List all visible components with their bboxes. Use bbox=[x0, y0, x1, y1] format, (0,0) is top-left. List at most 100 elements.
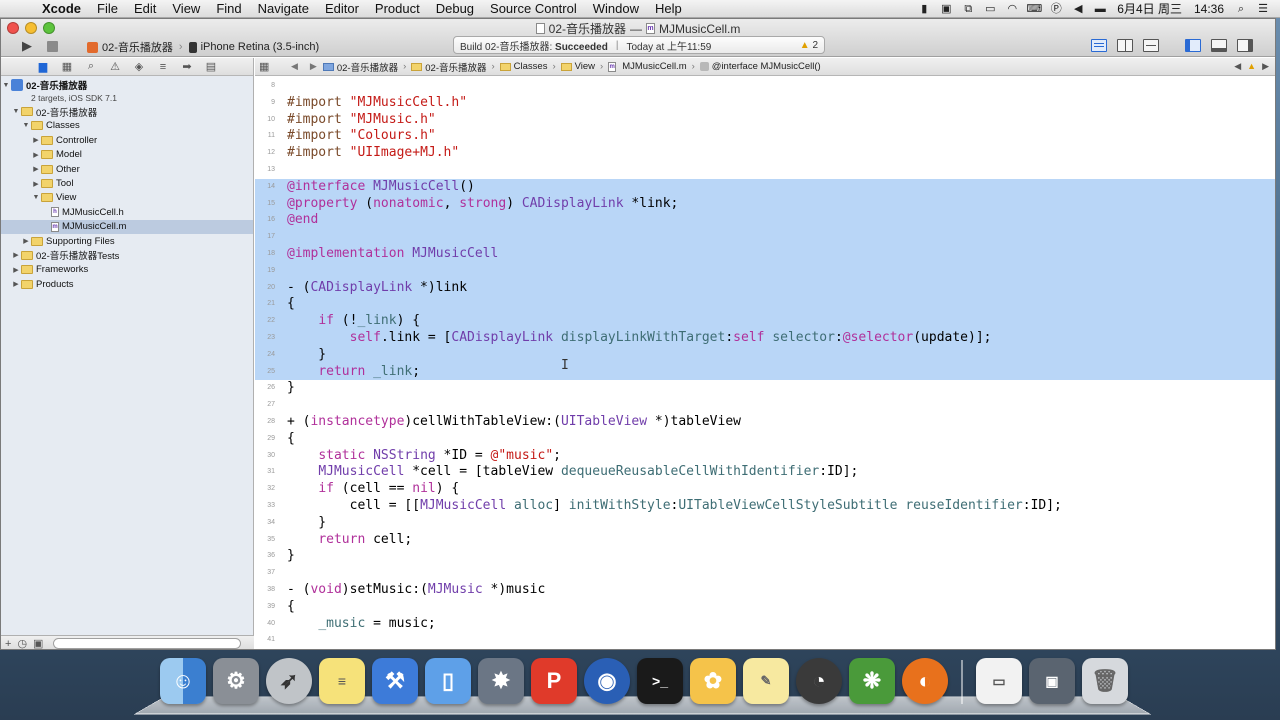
code-line[interactable]: 36} bbox=[255, 548, 1275, 565]
menu-file[interactable]: File bbox=[89, 0, 126, 18]
tree-item-other[interactable]: ▶ Other bbox=[1, 162, 253, 176]
display-icon[interactable]: ▭ bbox=[979, 0, 1001, 18]
previous-issue-icon[interactable]: ◀ bbox=[1234, 61, 1241, 72]
navigator-filter-input[interactable] bbox=[53, 638, 242, 649]
menu-find[interactable]: Find bbox=[208, 0, 249, 18]
menubar-date[interactable]: 6月4日 周三 bbox=[1111, 0, 1188, 17]
debug-navigator-icon[interactable]: ≡ bbox=[155, 61, 171, 73]
tree-item-tool[interactable]: ▶ Tool bbox=[1, 176, 253, 190]
debug-area-toggle-button[interactable] bbox=[1211, 39, 1227, 52]
code-line[interactable]: 26} bbox=[255, 380, 1275, 397]
related-items-icon[interactable]: ▦ bbox=[259, 60, 273, 73]
code-line[interactable]: 37 bbox=[255, 565, 1275, 582]
forward-arrow-icon[interactable]: ▶ bbox=[304, 61, 323, 72]
disclosure-open-icon[interactable]: ▼ bbox=[1, 82, 11, 89]
qq-icon[interactable]: ◉ bbox=[584, 658, 630, 704]
disclosure-closed-icon[interactable]: ▶ bbox=[21, 237, 31, 245]
code-line[interactable]: 31 MJMusicCell *cell = [tableView dequeu… bbox=[255, 464, 1275, 481]
assistant-editor-button[interactable] bbox=[1117, 39, 1133, 52]
menu-debug[interactable]: Debug bbox=[428, 0, 482, 18]
version-editor-button[interactable] bbox=[1143, 39, 1159, 52]
issue-warning-icon[interactable]: ▲ bbox=[1247, 61, 1256, 72]
code-line[interactable]: 41 bbox=[255, 632, 1275, 649]
menu-editor[interactable]: Editor bbox=[317, 0, 367, 18]
tree-project-root[interactable]: ▼ 02-音乐播放器 bbox=[1, 78, 253, 92]
breakpoint-navigator-icon[interactable]: ➡ bbox=[179, 60, 195, 73]
tree-item-controller[interactable]: ▶ Controller bbox=[1, 133, 253, 147]
wps-icon[interactable]: P bbox=[531, 658, 577, 704]
menu-xcode[interactable]: Xcode bbox=[40, 0, 89, 18]
symbol-navigator-icon[interactable]: ▦ bbox=[59, 60, 75, 73]
disclosure-open-icon[interactable]: ▼ bbox=[11, 108, 21, 115]
resize-icon[interactable]: ⧉ bbox=[957, 0, 979, 18]
paw-icon[interactable]: ✿ bbox=[690, 658, 736, 704]
evernote-icon[interactable]: ▮ bbox=[913, 0, 935, 18]
jump-crumb-view[interactable]: View bbox=[560, 61, 595, 72]
code-line[interactable]: 15 @property (nonatomic, strong) CADispla… bbox=[255, 195, 1275, 213]
disclosure-open-icon[interactable]: ▼ bbox=[21, 122, 31, 129]
code-line[interactable]: 33 cell = [[MJMusicCell alloc] initWithS… bbox=[255, 498, 1275, 515]
firefox-icon[interactable]: ◐ bbox=[902, 658, 948, 704]
recent-files-icon[interactable]: ◷ bbox=[17, 637, 27, 649]
parking-icon[interactable]: Ⓟ bbox=[1045, 0, 1067, 18]
activity-viewer[interactable]: Build 02-音乐播放器: Succeeded | Today at 上午1… bbox=[453, 36, 825, 54]
tree-item-model[interactable]: ▶ Model bbox=[1, 148, 253, 162]
code-line[interactable]: 9 #import "MJMusicCell.h" bbox=[255, 95, 1275, 112]
log-navigator-icon[interactable]: ▤ bbox=[203, 60, 219, 73]
code-line[interactable]: 32 if (cell == nil) { bbox=[255, 481, 1275, 498]
code-line[interactable]: 20 - (CADisplayLink *)link bbox=[255, 279, 1275, 297]
code-line[interactable]: 21 { bbox=[255, 296, 1275, 314]
tree-item-mjmusiccell-m[interactable]: m MJMusicCell.m bbox=[1, 219, 253, 234]
trash-icon[interactable]: 🗑 bbox=[1082, 658, 1128, 704]
project-navigator-folder-icon[interactable]: ▆ bbox=[35, 60, 51, 73]
next-issue-icon[interactable]: ▶ bbox=[1262, 61, 1269, 72]
jump-crumb-group[interactable]: 02-音乐播放器 bbox=[411, 60, 486, 74]
utilities-toggle-button[interactable] bbox=[1237, 39, 1253, 52]
menu-window[interactable]: Window bbox=[585, 0, 647, 18]
run-button[interactable]: ▶ bbox=[17, 38, 37, 54]
battery-icon[interactable]: ▬ bbox=[1089, 0, 1111, 18]
code-line[interactable]: 39 { bbox=[255, 599, 1275, 616]
warning-indicator[interactable]: ▲ 2 bbox=[800, 40, 818, 51]
code-line[interactable]: 27 bbox=[255, 397, 1275, 414]
code-line[interactable]: 8 bbox=[255, 78, 1275, 95]
menubar-clock[interactable]: 14:36 bbox=[1188, 2, 1230, 16]
code-line[interactable]: 28 + (instancetype)cellWithTableView:(UIT… bbox=[255, 414, 1275, 431]
tree-item-mjmusiccell-h[interactable]: h MJMusicCell.h bbox=[1, 205, 253, 219]
launchpad-icon[interactable]: ➶ bbox=[266, 658, 312, 704]
add-file-icon[interactable]: + bbox=[5, 638, 11, 650]
code-line[interactable]: 16 @end bbox=[255, 212, 1275, 230]
disclosure-closed-icon[interactable]: ▶ bbox=[11, 280, 21, 288]
test-navigator-icon[interactable]: ◈ bbox=[131, 60, 147, 73]
code-line[interactable]: 23 self.link = [CADisplayLink displayLin… bbox=[255, 330, 1275, 347]
menu-navigate[interactable]: Navigate bbox=[250, 0, 317, 18]
xcode-icon[interactable]: ⚒ bbox=[372, 658, 418, 704]
code-line[interactable]: 10 #import "MJMusic.h" bbox=[255, 112, 1275, 129]
code-line[interactable]: 30 static NSString *ID = @"music"; bbox=[255, 448, 1275, 465]
code-line[interactable]: 14 @interface MJMusicCell() bbox=[255, 178, 1275, 196]
system-preferences-icon[interactable]: ⚙ bbox=[213, 658, 259, 704]
code-text-view[interactable]: 41 40 _music = music; 39 {38 - (void)setMusi… bbox=[255, 76, 1275, 649]
finder-icon[interactable]: ☺ bbox=[160, 658, 206, 704]
jump-crumb-classes[interactable]: Classes bbox=[499, 61, 547, 72]
tree-item-products[interactable]: ▶ Products bbox=[1, 277, 253, 291]
tree-item-02[interactable]: ▼ 02-音乐播放器 bbox=[1, 104, 253, 119]
destination-label[interactable]: iPhone Retina (3.5-inch) bbox=[201, 41, 320, 53]
disclosure-closed-icon[interactable]: ▶ bbox=[31, 151, 41, 159]
disclosure-closed-icon[interactable]: ▶ bbox=[31, 165, 41, 173]
menu-source-control[interactable]: Source Control bbox=[482, 0, 585, 18]
jump-crumb-symbol[interactable]: @interface MJMusicCell() bbox=[699, 61, 821, 72]
disclosure-closed-icon[interactable]: ▶ bbox=[31, 180, 41, 188]
navigator-toggle-button[interactable] bbox=[1185, 39, 1201, 52]
disclosure-closed-icon[interactable]: ▶ bbox=[11, 251, 21, 259]
terminal-icon[interactable]: >_ bbox=[637, 658, 683, 704]
vine-icon[interactable]: ❋ bbox=[849, 658, 895, 704]
find-navigator-icon[interactable]: ⌕ bbox=[83, 60, 99, 73]
jump-crumb-project[interactable]: 02-音乐播放器 bbox=[322, 60, 398, 74]
code-line[interactable]: 19 bbox=[255, 262, 1275, 280]
input-method-icon[interactable]: ⌨ bbox=[1023, 0, 1045, 18]
code-line[interactable]: 22 if (!_link) { bbox=[255, 313, 1275, 330]
code-line[interactable]: 17 bbox=[255, 229, 1275, 246]
screen-icon[interactable]: ▣ bbox=[935, 0, 957, 18]
tree-item-02-tests[interactable]: ▶ 02-音乐播放器Tests bbox=[1, 248, 253, 262]
